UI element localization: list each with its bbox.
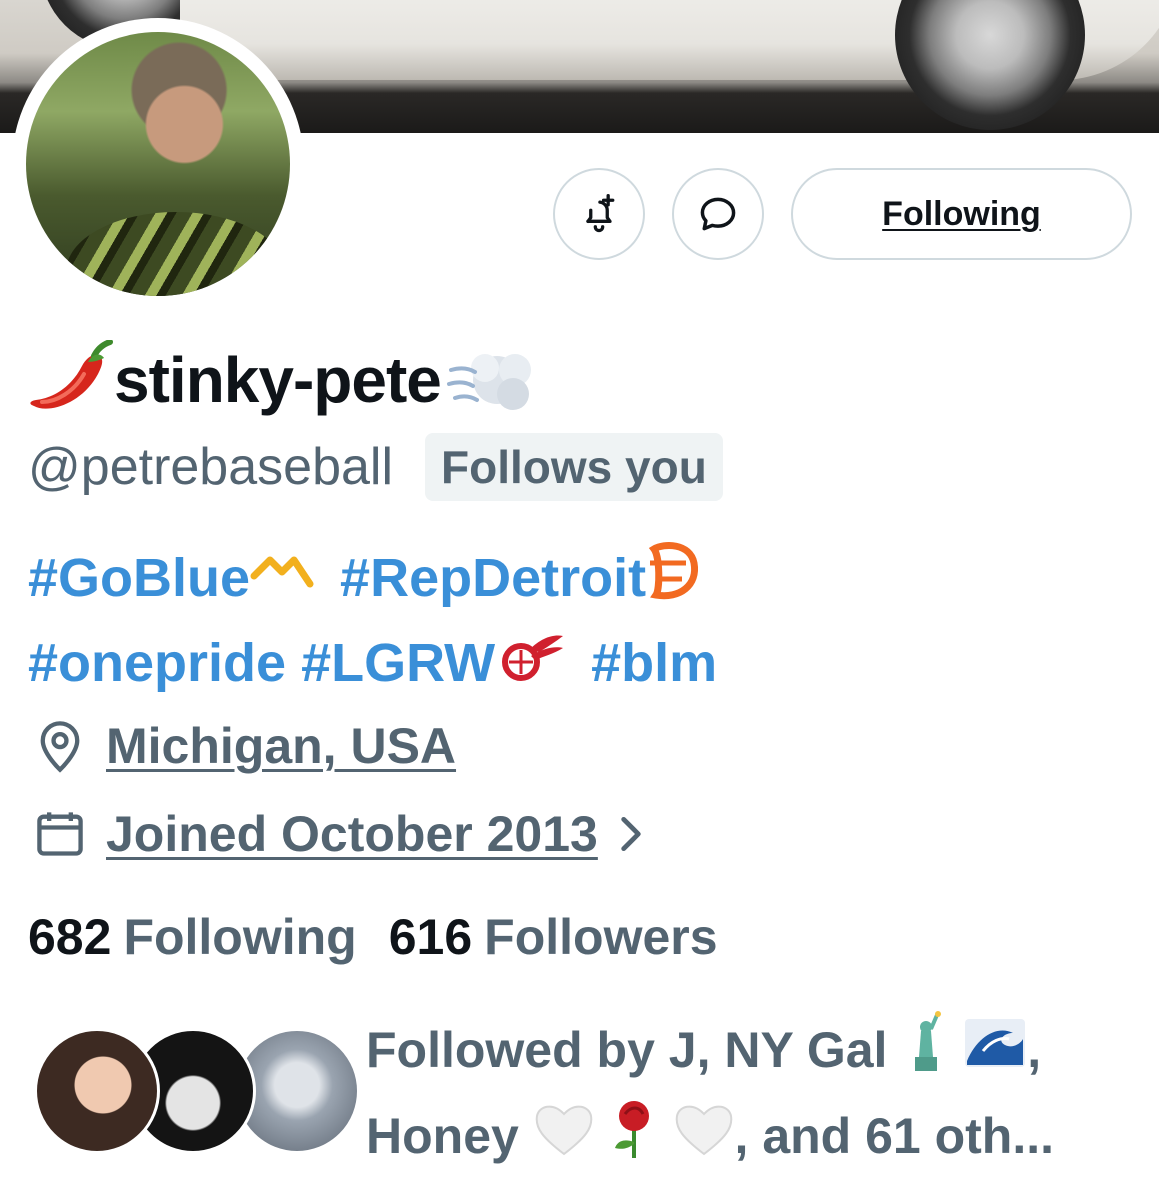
followed-by-line2-start: Honey	[366, 1108, 519, 1165]
hashtag-repdetroit[interactable]: #RepDetroit	[340, 548, 646, 608]
statue-of-liberty-emoji	[901, 1011, 949, 1096]
chevron-right-icon[interactable]	[616, 812, 646, 856]
chili-pepper-emoji	[28, 339, 114, 420]
white-heart-emoji	[673, 1100, 735, 1181]
follows-you-badge: Follows you	[425, 433, 723, 501]
followed-by-line2-end: , and 61 oth...	[734, 1108, 1055, 1165]
handle-row: @petrebaseball Follows you	[28, 433, 723, 501]
michigan-wolverine-emoji	[250, 542, 314, 622]
profile-avatar[interactable]	[26, 32, 290, 296]
followed-by-line1: Followed by J, NY Gal	[366, 1022, 888, 1078]
water-wave-emoji	[963, 1014, 1027, 1094]
profile-bio: #GoBlue #RepDetroit #onepride #LGRW #blm	[28, 538, 1128, 706]
followers-count: 616	[388, 909, 473, 965]
follow-stats: 682 Following 616 Followers	[28, 905, 718, 969]
joined-row[interactable]: Joined October 2013	[30, 802, 646, 866]
display-name: stinky-pete	[114, 344, 442, 416]
hashtag-lgrw[interactable]: #LGRW	[301, 633, 495, 693]
followed-by-text[interactable]: Followed by J, NY Gal , Honey , and 61 o…	[366, 1010, 1146, 1183]
notify-button[interactable]	[553, 168, 645, 260]
joined-date[interactable]: Joined October 2013	[106, 805, 598, 863]
followed-by-line1-end: ,	[1027, 1022, 1042, 1078]
hashtag-goblue[interactable]: #GoBlue	[28, 548, 250, 608]
location-row: Michigan, USA	[30, 714, 456, 778]
location-pin-icon	[30, 716, 90, 776]
followers-stat[interactable]: 616 Followers	[389, 908, 718, 966]
followed-by-avatars[interactable]	[34, 1028, 360, 1158]
bell-plus-icon	[586, 194, 615, 233]
dash-cloud-emoji	[445, 340, 535, 420]
following-count: 682	[28, 909, 112, 965]
red-rose-emoji	[609, 1098, 659, 1183]
detroit-tigers-d-emoji	[646, 541, 702, 623]
display-name-row: stinky-pete	[28, 335, 535, 425]
banner-car-wheel-right	[895, 0, 1085, 130]
message-bubble-icon	[700, 197, 736, 231]
calendar-icon	[30, 804, 90, 864]
followers-label: Followers	[484, 909, 718, 965]
following-button[interactable]: Following	[791, 168, 1132, 260]
following-stat[interactable]: 682 Following	[28, 908, 357, 966]
following-label: Following	[123, 909, 357, 965]
white-heart-emoji	[533, 1100, 595, 1181]
message-button[interactable]	[672, 168, 764, 260]
follower-avatar	[34, 1028, 160, 1154]
avatar-shirt	[66, 212, 286, 296]
hashtag-blm[interactable]: #blm	[591, 633, 717, 693]
hashtag-onepride[interactable]: #onepride	[28, 633, 286, 693]
location-link[interactable]: Michigan, USA	[106, 717, 456, 775]
red-wings-logo-emoji	[495, 626, 565, 706]
user-handle: @petrebaseball	[28, 438, 394, 496]
